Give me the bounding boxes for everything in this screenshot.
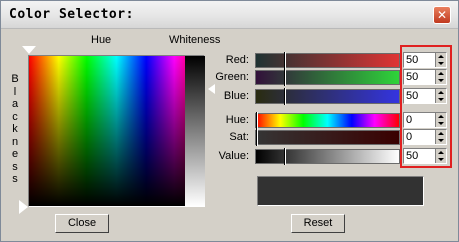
close-icon: ✕ (436, 8, 448, 22)
blackness-letter: s (12, 160, 18, 173)
whiteness-header: Whiteness (169, 34, 221, 46)
value-label: Value: (218, 150, 249, 162)
hue-pointer-icon[interactable] (22, 46, 36, 54)
blackness-letter: B (11, 73, 19, 85)
whiteness-bar[interactable] (185, 56, 205, 206)
blackness-letter: l (13, 85, 17, 98)
blackness-letter: c (12, 110, 18, 123)
window-title: Color Selector: (9, 7, 134, 22)
sat-slider-thumb[interactable] (256, 129, 258, 146)
color-preview-swatch (257, 176, 424, 206)
blackness-letter: n (11, 135, 19, 148)
hue-label: Hue: (225, 114, 249, 126)
blackness-letter: s (12, 173, 18, 185)
color-selector-window: Color Selector: ✕ Hue Whiteness Blacknes… (0, 0, 459, 242)
value-slider[interactable] (255, 148, 400, 165)
whiteness-pointer-icon[interactable] (208, 84, 215, 94)
sat-slider[interactable] (255, 129, 400, 146)
value-spinners-highlight (400, 45, 452, 168)
blackness-letter: a (11, 98, 19, 110)
hue-header: Hue (91, 34, 112, 46)
red-slider[interactable] (255, 52, 400, 69)
green-slider[interactable] (255, 69, 400, 86)
close-button-label: Close (67, 217, 97, 229)
blue-label: Blue: (223, 90, 249, 102)
value-slider-thumb[interactable] (284, 148, 286, 165)
reset-button-label: Reset (303, 217, 333, 229)
blackness-letter: e (11, 148, 19, 160)
close-button[interactable]: Close (55, 214, 109, 233)
blackness-letter: k (12, 123, 18, 135)
green-slider-thumb[interactable] (284, 69, 286, 86)
close-window-button[interactable]: ✕ (433, 6, 451, 24)
blue-slider-thumb[interactable] (284, 88, 286, 105)
hue-slider-thumb[interactable] (256, 112, 258, 129)
blackness-pointer-icon[interactable] (19, 200, 28, 214)
reset-button[interactable]: Reset (291, 214, 345, 233)
red-slider-thumb[interactable] (284, 52, 286, 69)
hue-slider[interactable] (255, 112, 400, 129)
title-bar[interactable]: Color Selector: ✕ (1, 1, 458, 29)
green-label: Green: (215, 71, 249, 83)
blackness-label: Blackness (9, 73, 21, 186)
sat-label: Sat: (229, 131, 249, 143)
hue-blackness-spectrum[interactable] (29, 56, 204, 206)
red-label: Red: (225, 54, 249, 66)
blue-slider[interactable] (255, 88, 400, 105)
